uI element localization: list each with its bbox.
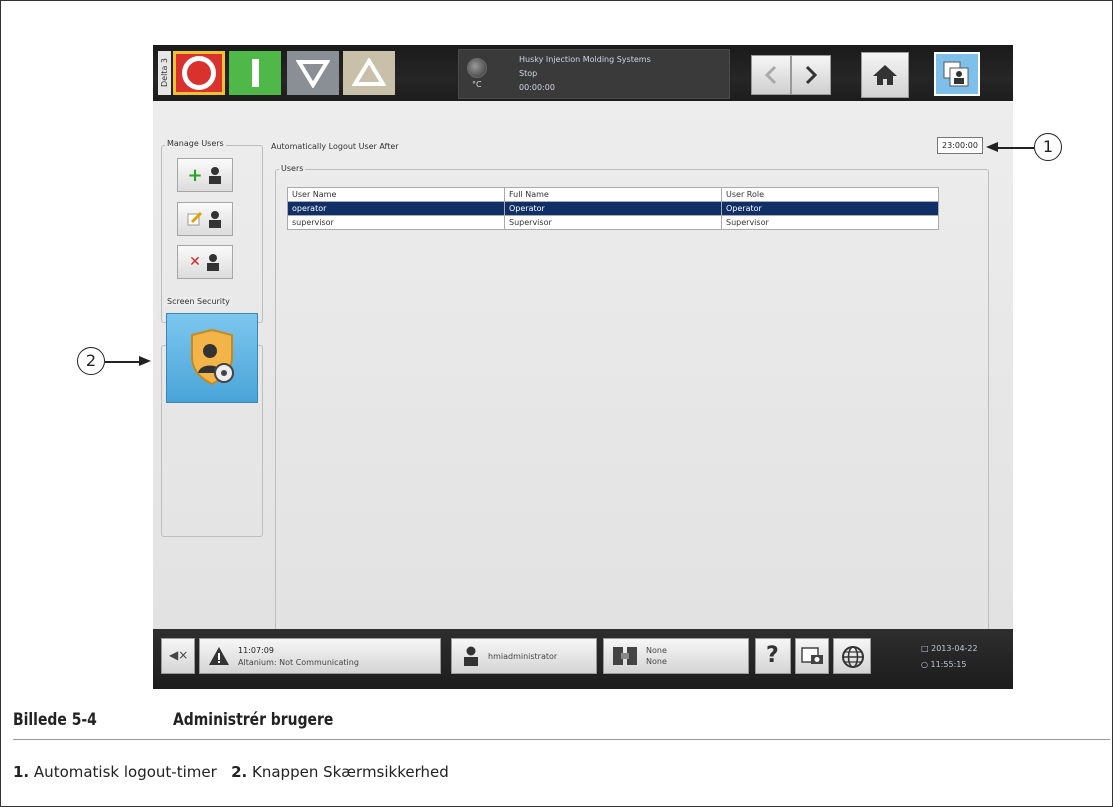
plus-icon: + (187, 164, 203, 186)
cell-user-role: Supervisor (721, 215, 939, 230)
legend-text-2: Knappen Skærmsikkerhed (252, 763, 449, 781)
clock-icon: ○ (921, 660, 931, 669)
date-time-display: □ 2013-04-22 ○ 11:55:15 (921, 641, 978, 673)
chevron-right-icon (805, 65, 818, 85)
help-icon: ? (766, 643, 779, 668)
edit-user-button[interactable] (177, 202, 233, 236)
figure-legend: 1. Automatisk logout-timer 2. Knappen Sk… (13, 763, 449, 781)
hmi-screen: Delta 3 °C Husky Injection Molding Syste… (153, 45, 1013, 689)
callout-1: 1 (1034, 133, 1062, 161)
column-header-user-name[interactable]: User Name (287, 187, 505, 202)
current-date: 2013-04-22 (931, 644, 978, 653)
back-button[interactable] (751, 55, 791, 95)
user-icon (206, 254, 219, 271)
figure-number: Billede 5-4 (13, 710, 97, 730)
company-name: Husky Injection Molding Systems (519, 55, 651, 64)
callout-1-line (993, 147, 1034, 149)
temperature-unit: °C (472, 80, 482, 89)
figure-title: Administrér brugere (173, 710, 334, 730)
legend-number-2: 2. (231, 763, 248, 781)
side-tab[interactable]: Delta 3 (158, 51, 171, 95)
home-button[interactable] (861, 52, 909, 98)
up-button[interactable] (343, 51, 395, 95)
cell-user-role: Operator (721, 201, 939, 216)
user-management-button[interactable] (934, 52, 980, 96)
logged-in-user: hmiadministrator (488, 652, 558, 661)
cell-full-name: Operator (504, 201, 722, 216)
user-icon (464, 646, 478, 666)
manage-users-label: Manage Users (165, 139, 226, 148)
screen-security-label: Screen Security (165, 297, 232, 306)
logged-in-user-button[interactable]: hmiadministrator (451, 638, 597, 674)
delete-user-button[interactable]: ✕ (177, 245, 233, 279)
user-icon (208, 167, 221, 184)
home-icon (873, 65, 897, 85)
delete-x-icon: ✕ (189, 254, 201, 270)
cell-user-name: supervisor (287, 215, 505, 230)
users-table: User Name Full Name User Role operator O… (287, 187, 939, 230)
stop-button[interactable] (173, 51, 225, 95)
mold-button[interactable]: None None (603, 638, 749, 674)
table-row[interactable]: supervisor Supervisor Supervisor (287, 215, 939, 230)
stop-icon (182, 56, 216, 90)
users-group-label: Users (279, 164, 306, 173)
warning-icon (209, 647, 229, 665)
current-time: 11:55:15 (930, 660, 967, 669)
machine-status-panel: °C Husky Injection Molding Systems Stop … (458, 49, 730, 99)
cell-user-name: operator (287, 201, 505, 216)
column-header-full-name[interactable]: Full Name (504, 187, 722, 202)
logout-timer-field[interactable]: 23:00:00 (937, 137, 983, 154)
globe-icon (842, 646, 864, 668)
speaker-mute-icon: ◀× (169, 648, 189, 662)
users-group (275, 169, 989, 631)
cell-full-name: Supervisor (504, 215, 722, 230)
cycle-timer: 00:00:00 (519, 83, 555, 92)
start-button[interactable] (229, 51, 281, 95)
user-icon (209, 211, 221, 228)
caption-divider (13, 739, 1110, 740)
table-row[interactable]: operator Operator Operator (287, 201, 939, 216)
calendar-icon: □ (921, 644, 932, 653)
forward-button[interactable] (791, 55, 831, 95)
screenshot-button[interactable] (795, 638, 829, 674)
users-icon (943, 61, 969, 87)
callout-2: 2 (77, 347, 105, 375)
logout-label: Automatically Logout User After (271, 142, 399, 151)
edit-icon (187, 211, 203, 226)
language-button[interactable] (833, 638, 871, 674)
screen-security-button[interactable] (166, 313, 258, 403)
mute-button[interactable]: ◀× (161, 638, 195, 674)
bottom-bar: ◀× 11:07:09 Altanium: Not Communicating … (153, 629, 1013, 689)
help-button[interactable]: ? (755, 638, 791, 674)
column-header-user-role[interactable]: User Role (721, 187, 939, 202)
mold-name: None (646, 646, 667, 655)
alarm-time: 11:07:09 (238, 646, 274, 655)
shield-icon (191, 329, 234, 386)
arrow-left-icon (986, 142, 998, 152)
top-bar: Delta 3 °C Husky Injection Molding Syste… (153, 45, 1013, 101)
legend-text-1: Automatisk logout-timer (33, 763, 217, 781)
triangle-up-icon (352, 58, 386, 86)
down-button[interactable] (287, 51, 339, 95)
table-header-row: User Name Full Name User Role (287, 187, 939, 202)
mold-material: None (646, 657, 667, 666)
machine-state: Stop (519, 69, 538, 78)
alarm-panel[interactable]: 11:07:09 Altanium: Not Communicating (199, 638, 441, 674)
main-content: Manage Users + ✕ Screen Security Automat… (153, 101, 1013, 631)
triangle-down-icon (296, 60, 330, 88)
start-icon (251, 59, 259, 87)
mold-icon (613, 647, 637, 665)
camera-icon (801, 647, 823, 664)
temperature-knob-icon (467, 58, 487, 78)
alarm-text: Altanium: Not Communicating (238, 658, 359, 667)
add-user-button[interactable]: + (177, 158, 233, 192)
chevron-left-icon (764, 65, 777, 85)
legend-number-1: 1. (13, 763, 30, 781)
arrow-right-icon (139, 356, 151, 366)
